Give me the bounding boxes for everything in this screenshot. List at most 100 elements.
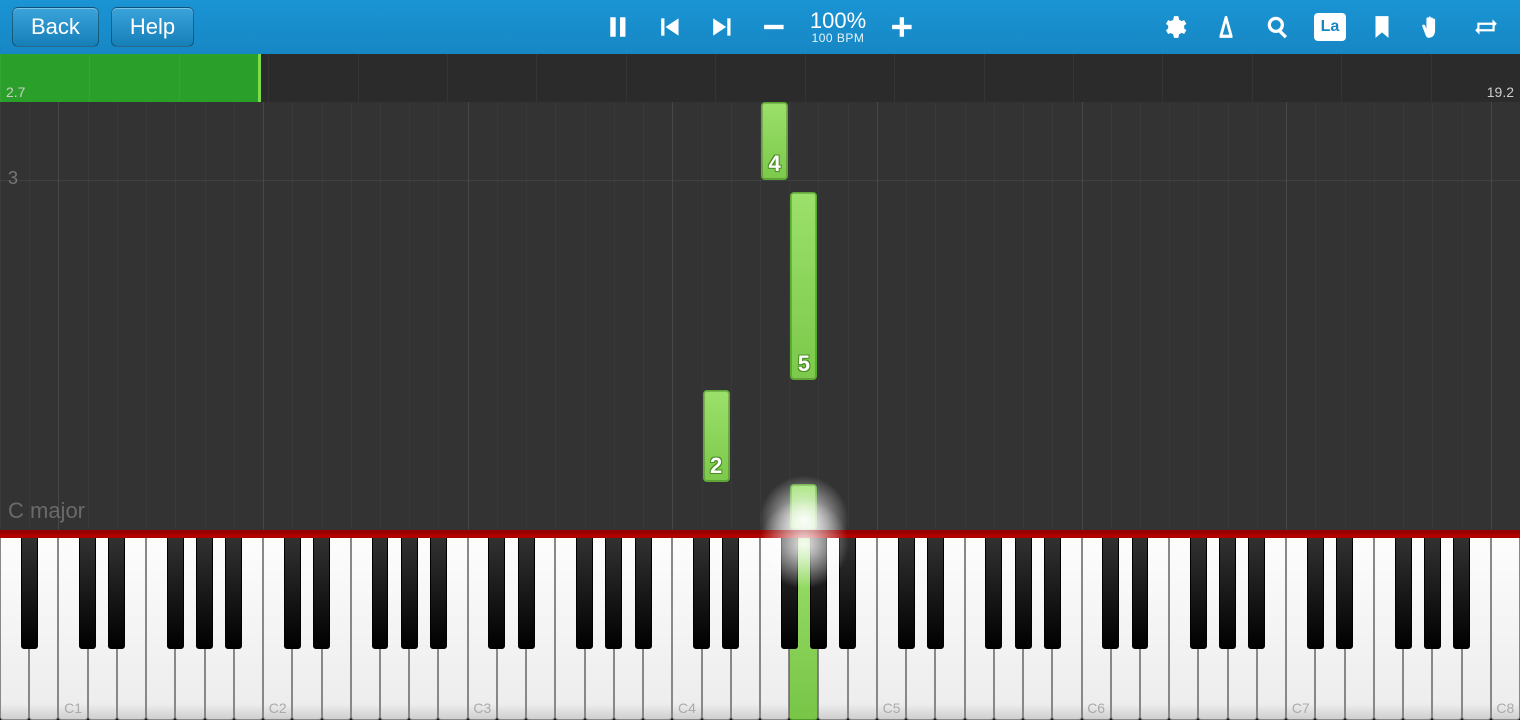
timeline-tick xyxy=(536,54,537,102)
black-key[interactable] xyxy=(576,534,593,649)
bookmark-icon xyxy=(1369,14,1395,40)
note-name-button[interactable]: La xyxy=(1314,13,1346,41)
black-key[interactable] xyxy=(1307,534,1324,649)
hand-icon xyxy=(1421,14,1447,40)
black-key[interactable] xyxy=(284,534,301,649)
key-line xyxy=(555,102,556,530)
black-key[interactable] xyxy=(1044,534,1061,649)
black-key[interactable] xyxy=(1248,534,1265,649)
black-key[interactable] xyxy=(196,534,213,649)
next-button[interactable] xyxy=(706,11,738,43)
key-line xyxy=(1052,102,1053,530)
black-key[interactable] xyxy=(108,534,125,649)
prev-button[interactable] xyxy=(654,11,686,43)
white-key[interactable] xyxy=(1491,534,1520,720)
piano-keyboard[interactable]: C1C2C3C4C5C6C7C8 xyxy=(0,530,1520,720)
octave-line xyxy=(1491,102,1492,530)
key-line xyxy=(994,102,995,530)
zoom-button[interactable] xyxy=(1262,11,1294,43)
octave-label: C4 xyxy=(678,700,696,716)
black-key[interactable] xyxy=(1132,534,1149,649)
falling-note: 2 xyxy=(703,390,730,482)
black-key[interactable] xyxy=(781,534,798,649)
key-line xyxy=(1023,102,1024,530)
falling-note: 4 xyxy=(761,102,788,180)
keyboard-felt xyxy=(0,534,1520,538)
tempo-display[interactable]: 100% 100 BPM xyxy=(810,10,866,44)
black-key[interactable] xyxy=(313,534,330,649)
black-key[interactable] xyxy=(605,534,622,649)
key-line xyxy=(643,102,644,530)
timeline-tick xyxy=(1073,54,1074,102)
black-key[interactable] xyxy=(839,534,856,649)
key-line xyxy=(906,102,907,530)
black-key[interactable] xyxy=(1453,534,1470,649)
key-line xyxy=(1228,102,1229,530)
octave-label: C7 xyxy=(1292,700,1310,716)
skip-next-icon xyxy=(709,14,735,40)
tempo-plus-button[interactable] xyxy=(886,11,918,43)
measure-number: 3 xyxy=(8,168,18,189)
black-key[interactable] xyxy=(722,534,739,649)
key-line xyxy=(409,102,410,530)
key-line xyxy=(1374,102,1375,530)
skip-prev-icon xyxy=(657,14,683,40)
metronome-button[interactable] xyxy=(1210,11,1242,43)
timeline-strip[interactable]: 2.7 19.2 xyxy=(0,54,1520,102)
help-button[interactable]: Help xyxy=(111,7,194,47)
black-key[interactable] xyxy=(79,534,96,649)
key-line xyxy=(1345,102,1346,530)
octave-line xyxy=(1082,102,1083,530)
black-key[interactable] xyxy=(1190,534,1207,649)
tempo-minus-button[interactable] xyxy=(758,11,790,43)
key-line xyxy=(1198,102,1199,530)
black-key[interactable] xyxy=(372,534,389,649)
black-key[interactable] xyxy=(1424,534,1441,649)
black-key[interactable] xyxy=(1015,534,1032,649)
black-key[interactable] xyxy=(167,534,184,649)
timeline-progress-fill xyxy=(0,54,261,102)
black-key[interactable] xyxy=(1395,534,1412,649)
black-key[interactable] xyxy=(401,534,418,649)
settings-button[interactable] xyxy=(1158,11,1190,43)
key-line xyxy=(1432,102,1433,530)
black-key[interactable] xyxy=(927,534,944,649)
key-line xyxy=(292,102,293,530)
hands-button[interactable] xyxy=(1418,11,1450,43)
magnifier-icon xyxy=(1265,14,1291,40)
black-key[interactable] xyxy=(430,534,447,649)
black-key[interactable] xyxy=(693,534,710,649)
black-key[interactable] xyxy=(21,534,38,649)
black-key[interactable] xyxy=(985,534,1002,649)
note-fall-area[interactable]: 3 C major 452 xyxy=(0,102,1520,530)
back-button[interactable]: Back xyxy=(12,7,99,47)
key-line xyxy=(1462,102,1463,530)
octave-line xyxy=(672,102,673,530)
key-line xyxy=(351,102,352,530)
black-key[interactable] xyxy=(1219,534,1236,649)
black-key[interactable] xyxy=(1102,534,1119,649)
key-line xyxy=(965,102,966,530)
toolbar-right: La xyxy=(1158,11,1520,43)
black-key[interactable] xyxy=(518,534,535,649)
pause-button[interactable] xyxy=(602,11,634,43)
black-key[interactable] xyxy=(635,534,652,649)
black-key[interactable] xyxy=(1336,534,1353,649)
bookmark-button[interactable] xyxy=(1366,11,1398,43)
octave-line xyxy=(877,102,878,530)
timeline-tick xyxy=(1252,54,1253,102)
black-key[interactable] xyxy=(488,534,505,649)
key-line xyxy=(146,102,147,530)
key-line xyxy=(1169,102,1170,530)
timeline-tick xyxy=(268,54,269,102)
key-line xyxy=(0,102,1,530)
loop-button[interactable] xyxy=(1470,11,1502,43)
key-line xyxy=(1140,102,1141,530)
black-key[interactable] xyxy=(810,534,827,649)
black-key[interactable] xyxy=(225,534,242,649)
key-line xyxy=(614,102,615,530)
timeline-tick xyxy=(984,54,985,102)
key-line xyxy=(731,102,732,530)
timeline-tick xyxy=(1341,54,1342,102)
black-key[interactable] xyxy=(898,534,915,649)
